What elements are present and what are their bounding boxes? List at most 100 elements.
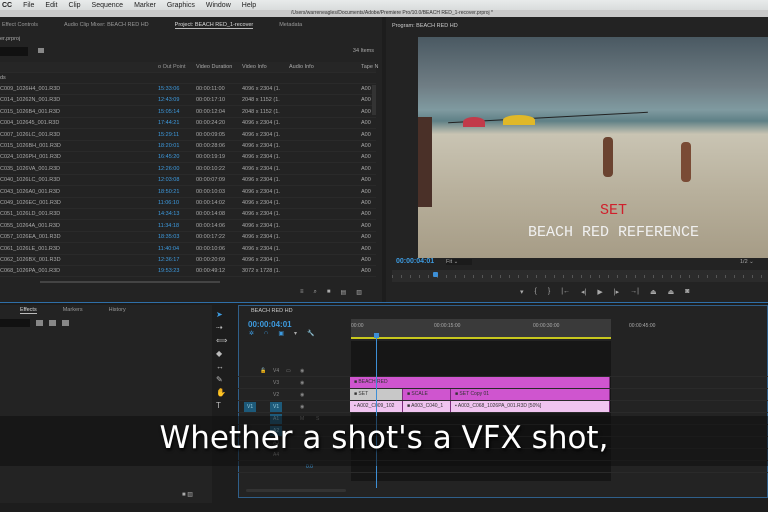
slip-icon[interactable]: ↔ (216, 362, 227, 371)
clip-a003-c068[interactable]: ▪ A003_C068_1026PA_001.R3D [50%] (451, 401, 610, 412)
new-bin-icon[interactable]: ■ ▥ (182, 491, 193, 498)
fit-dropdown[interactable]: Fit ⌄ (446, 259, 472, 265)
new-bin-icon[interactable] (38, 48, 44, 53)
horizontal-scrollbar[interactable] (40, 281, 220, 283)
step-forward-icon[interactable]: |▸ (614, 288, 619, 296)
clip-row[interactable]: C015_1026B4_001.R3D 15:05:14 00:00:12:04 20… (0, 107, 376, 118)
pen-icon[interactable]: ✎ (216, 375, 227, 384)
clip-row[interactable]: C049_1026EC_001.R3D 11:06:10 00:00:14:02 40… (0, 198, 376, 209)
col-tape-name[interactable]: Tape N (361, 62, 378, 73)
effects-search-input[interactable] (0, 319, 30, 327)
program-scrubber[interactable] (392, 270, 768, 282)
source-patch[interactable]: V1 (244, 402, 257, 412)
export-frame-icon[interactable]: ◙ (685, 288, 689, 296)
col-video-duration[interactable]: Video Duration (196, 62, 232, 73)
clip-row[interactable]: C035_1026VA_001.R3D 12:26:00 00:00:10:22 40… (0, 164, 376, 175)
razor-icon[interactable]: ◆ (216, 349, 227, 358)
col-out-point[interactable]: o Out Point (158, 62, 186, 73)
sync-icon[interactable]: ▭ (286, 368, 291, 374)
ripple-edit-icon[interactable]: ⟺ (216, 336, 227, 345)
extract-icon[interactable]: ⏏ (668, 288, 675, 296)
clip-row[interactable]: C051_1026LD_001.R3D 14:34:13 00:00:14:08 40… (0, 209, 376, 221)
track-select-icon[interactable]: ⇢ (216, 323, 227, 332)
type-tool-icon[interactable]: T (216, 401, 227, 410)
32bit-effects-icon[interactable] (49, 320, 56, 326)
vertical-scrollbar[interactable] (372, 85, 376, 115)
yuv-effects-icon[interactable] (62, 320, 69, 326)
eye-icon[interactable]: ◉ (300, 368, 304, 374)
menu-app[interactable]: CC (2, 2, 12, 9)
lift-icon[interactable]: ⏏ (650, 288, 657, 296)
linked-selection-icon[interactable]: ▣ (278, 330, 284, 337)
go-to-out-icon[interactable]: →| (630, 288, 639, 296)
snap-icon[interactable]: ∩ (264, 330, 268, 337)
nest-icon[interactable]: ✲ (249, 330, 254, 337)
clip-scale[interactable]: ■ SCALE (403, 389, 451, 400)
accelerated-effects-icon[interactable] (36, 320, 43, 326)
clip-row[interactable]: C055_10264A_001.R3D 11:34:18 00:00:14:06 40… (0, 221, 376, 232)
selection-tool-icon[interactable]: ➤ (216, 310, 227, 319)
clip-row[interactable]: C004_102645_001.R3D 17:44:21 00:00:24:20 40… (0, 118, 376, 130)
mark-out-icon[interactable]: } (548, 288, 550, 296)
timeline-timecode[interactable]: 00:00:04:01 (248, 320, 292, 329)
go-to-in-icon[interactable]: |← (561, 288, 570, 296)
clip-row[interactable]: C043_1026A0_001.R3D 18:50:21 00:00:10:03 40… (0, 187, 376, 198)
step-back-icon[interactable]: ◂| (581, 288, 586, 296)
menu-window[interactable]: Window (206, 2, 231, 9)
clip-row[interactable]: C015_1026BH_001.R3D 18:20:01 00:00:28:06 40… (0, 141, 376, 152)
bin-row[interactable]: ds (0, 73, 376, 84)
eye-icon[interactable]: ◉ (300, 380, 304, 386)
timeline-scrollbar[interactable] (246, 489, 346, 492)
eye-icon[interactable]: ◉ (300, 392, 304, 398)
lock-icon[interactable]: 🔓 (260, 368, 266, 374)
clip-row[interactable]: C040_1026LC_001.R3D 12:03:08 00:00:07:09 40… (0, 175, 376, 187)
eye-icon[interactable]: ◉ (300, 404, 304, 410)
menu-edit[interactable]: Edit (45, 2, 57, 9)
clip-set-copy[interactable]: ■ SET Copy 01 (451, 389, 610, 400)
tab-metadata[interactable]: Metadata (279, 22, 302, 29)
hand-icon[interactable]: ✋ (216, 388, 227, 397)
tab-history[interactable]: History (109, 307, 126, 314)
clip-beach-red[interactable]: ■ BEACH RED (350, 377, 610, 388)
tab-markers[interactable]: Markers (63, 307, 83, 314)
tab-audio-clip-mixer[interactable]: Audio Clip Mixer: BEACH RED HD (64, 22, 149, 29)
clip-row[interactable]: C062_1026BX_001.R3D 12:36:17 00:00:20:09 40… (0, 255, 376, 266)
menu-sequence[interactable]: Sequence (92, 2, 124, 9)
settings-wrench-icon[interactable]: 🔧 (307, 330, 314, 337)
program-timecode[interactable]: 00:00:04:01 (396, 258, 434, 265)
time-ruler[interactable]: 00:00 00:00:15:00 00:00:30:00 (351, 319, 611, 339)
clip-row[interactable]: C068_1026PA_001.R3D 19:53:23 00:00:49:12 30… (0, 266, 376, 278)
clip-row[interactable]: C061_1026LE_001.R3D 11:40:04 00:00:10:06 40… (0, 244, 376, 255)
mark-in-icon[interactable]: { (535, 288, 537, 296)
add-marker-icon[interactable]: ▾ (520, 288, 524, 296)
clip-a003-c040[interactable]: ■ A003_C040_1 (403, 401, 451, 412)
clip-row[interactable]: C057_1026EA_001.R3D 18:35:03 00:00:17:22 40… (0, 232, 376, 244)
new-bin-icon[interactable]: ■ (327, 289, 331, 296)
clip-row[interactable]: C014_10262N_001.R3D 12:43:09 00:00:17:10 20… (0, 95, 376, 107)
program-title[interactable]: Program: BEACH RED HD (392, 23, 458, 29)
menu-clip[interactable]: Clip (68, 2, 80, 9)
col-audio-info[interactable]: Audio Info (289, 62, 314, 73)
tab-effect-controls[interactable]: Effect Controls (2, 22, 38, 29)
find-icon[interactable]: ⌕ (314, 289, 317, 296)
menu-graphics[interactable]: Graphics (167, 2, 195, 9)
resolution-dropdown[interactable]: 1/2 ⌄ (740, 259, 754, 265)
sort-icon[interactable]: ≡ (300, 289, 304, 296)
tab-project[interactable]: Project: BEACH RED_1-recover (174, 22, 254, 29)
clip-row[interactable]: C024_1026PH_001.R3D 16:45:20 00:00:19:19 40… (0, 152, 376, 164)
trash-icon[interactable]: ▥ (356, 289, 362, 296)
play-icon[interactable]: ▶ (597, 288, 602, 296)
search-input[interactable] (0, 47, 28, 56)
sequence-tab[interactable]: BEACH RED HD (251, 308, 293, 314)
col-video-info[interactable]: Video Info (242, 62, 267, 73)
add-marker-icon[interactable]: ▾ (294, 330, 297, 337)
clip-row[interactable]: C009_1026H4_001.R3D 15:33:06 00:00:11:00 40… (0, 84, 376, 95)
menu-marker[interactable]: Marker (134, 2, 156, 9)
playhead[interactable] (433, 272, 438, 277)
track-label[interactable]: V1 (270, 402, 283, 412)
menu-file[interactable]: File (23, 2, 34, 9)
tab-effects[interactable]: Effects (20, 307, 37, 314)
clip-row[interactable]: C007_1026LC_001.R3D 15:29:11 00:00:09:05 40… (0, 130, 376, 141)
timeline-playhead[interactable] (374, 333, 379, 338)
menu-help[interactable]: Help (242, 2, 256, 9)
